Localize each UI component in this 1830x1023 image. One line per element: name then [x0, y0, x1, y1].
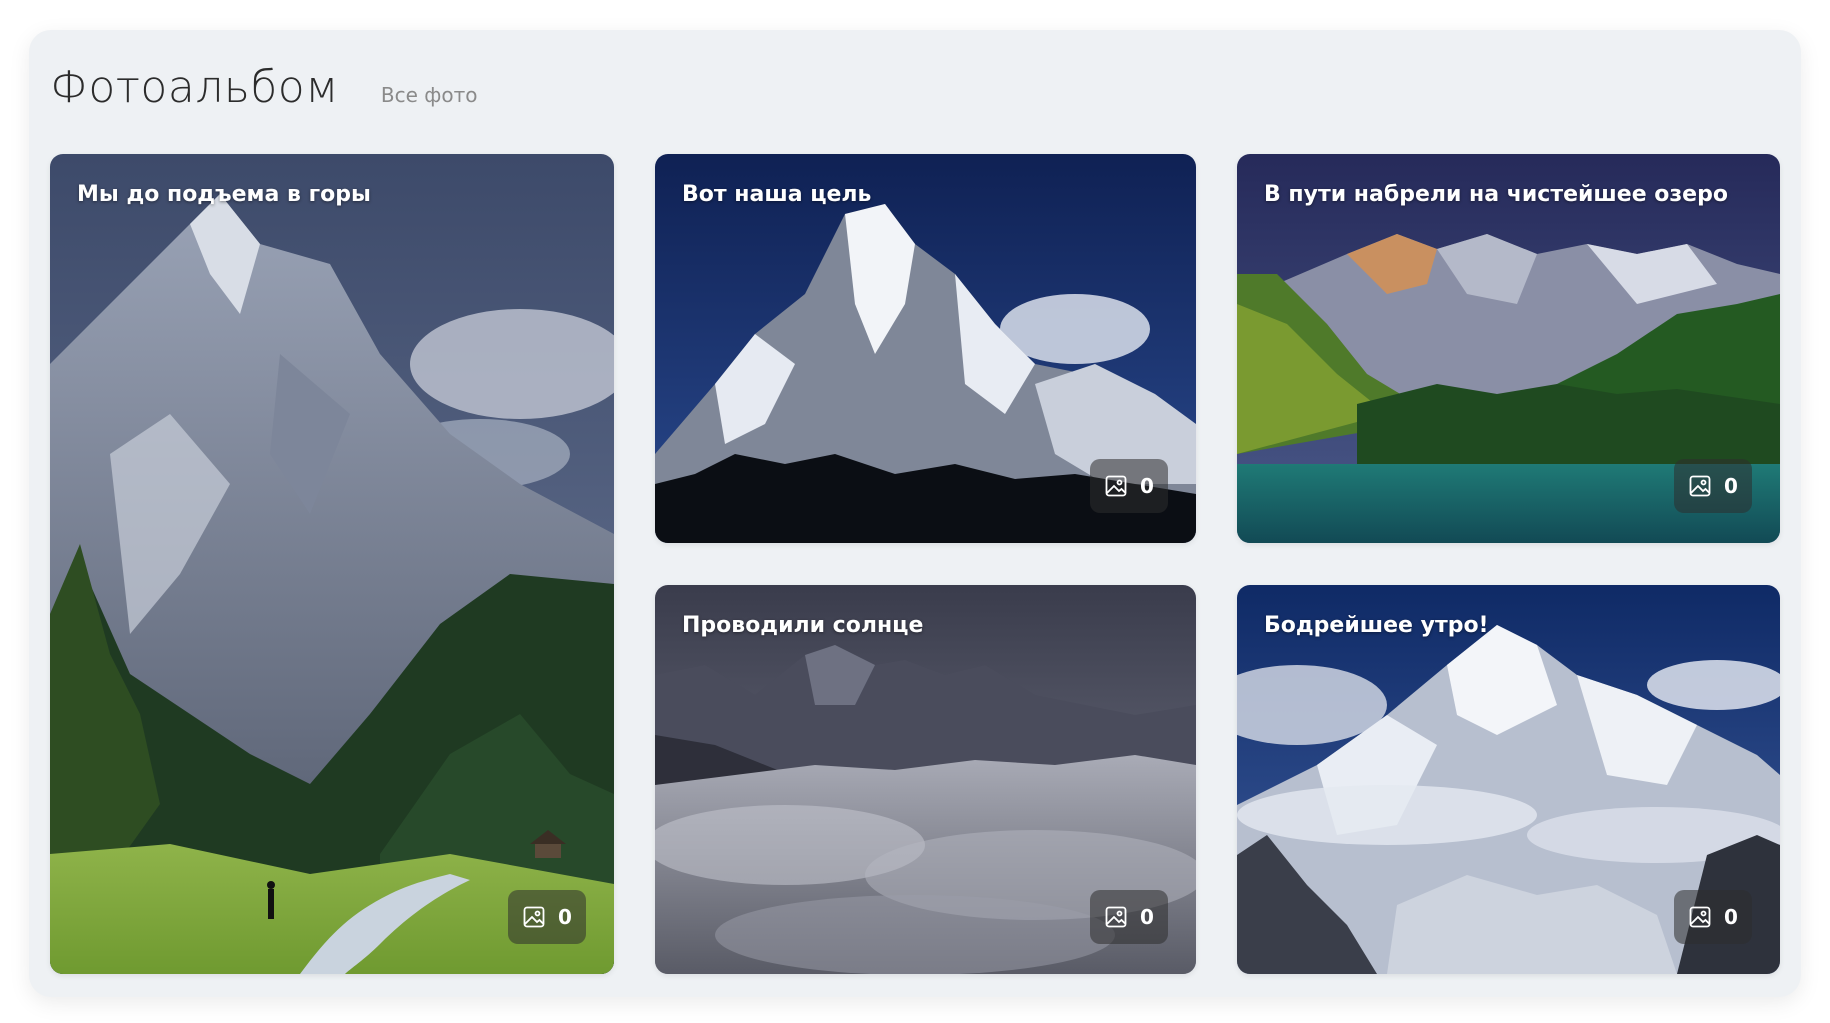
- photo-count: 0: [1140, 474, 1154, 498]
- photo-count-badge: 0: [1674, 459, 1752, 513]
- album-card[interactable]: Проводили солнце 0: [655, 585, 1196, 974]
- page-header: Фотоальбом Все фото: [50, 62, 478, 122]
- photo-count: 0: [1724, 474, 1738, 498]
- image-icon: [1689, 475, 1711, 497]
- album-title: Мы до подъема в горы: [77, 182, 371, 207]
- photo-count: 0: [558, 905, 572, 929]
- image-icon: [523, 906, 545, 928]
- image-icon: [1105, 906, 1127, 928]
- album-card[interactable]: В пути набрели на чистейшее озеро 0: [1237, 154, 1780, 543]
- album-title: В пути набрели на чистейшее озеро: [1264, 182, 1728, 207]
- photo-count: 0: [1140, 905, 1154, 929]
- photo-count-badge: 0: [1090, 459, 1168, 513]
- image-icon: [1689, 906, 1711, 928]
- album-title: Бодрейшее утро!: [1264, 613, 1489, 638]
- photo-count-badge: 0: [508, 890, 586, 944]
- album-card[interactable]: Бодрейшее утро! 0: [1237, 585, 1780, 974]
- all-photos-link[interactable]: Все фото: [381, 83, 478, 107]
- photo-count-badge: 0: [1090, 890, 1168, 944]
- photo-count: 0: [1724, 905, 1738, 929]
- album-card[interactable]: Мы до подъема в горы 0: [50, 154, 614, 974]
- photo-count-badge: 0: [1674, 890, 1752, 944]
- album-title: Проводили солнце: [682, 613, 924, 638]
- album-title: Вот наша цель: [682, 182, 872, 207]
- page-title: Фотоальбом: [50, 62, 339, 113]
- album-cover-image: [50, 154, 614, 974]
- album-card[interactable]: Вот наша цель 0: [655, 154, 1196, 543]
- image-icon: [1105, 475, 1127, 497]
